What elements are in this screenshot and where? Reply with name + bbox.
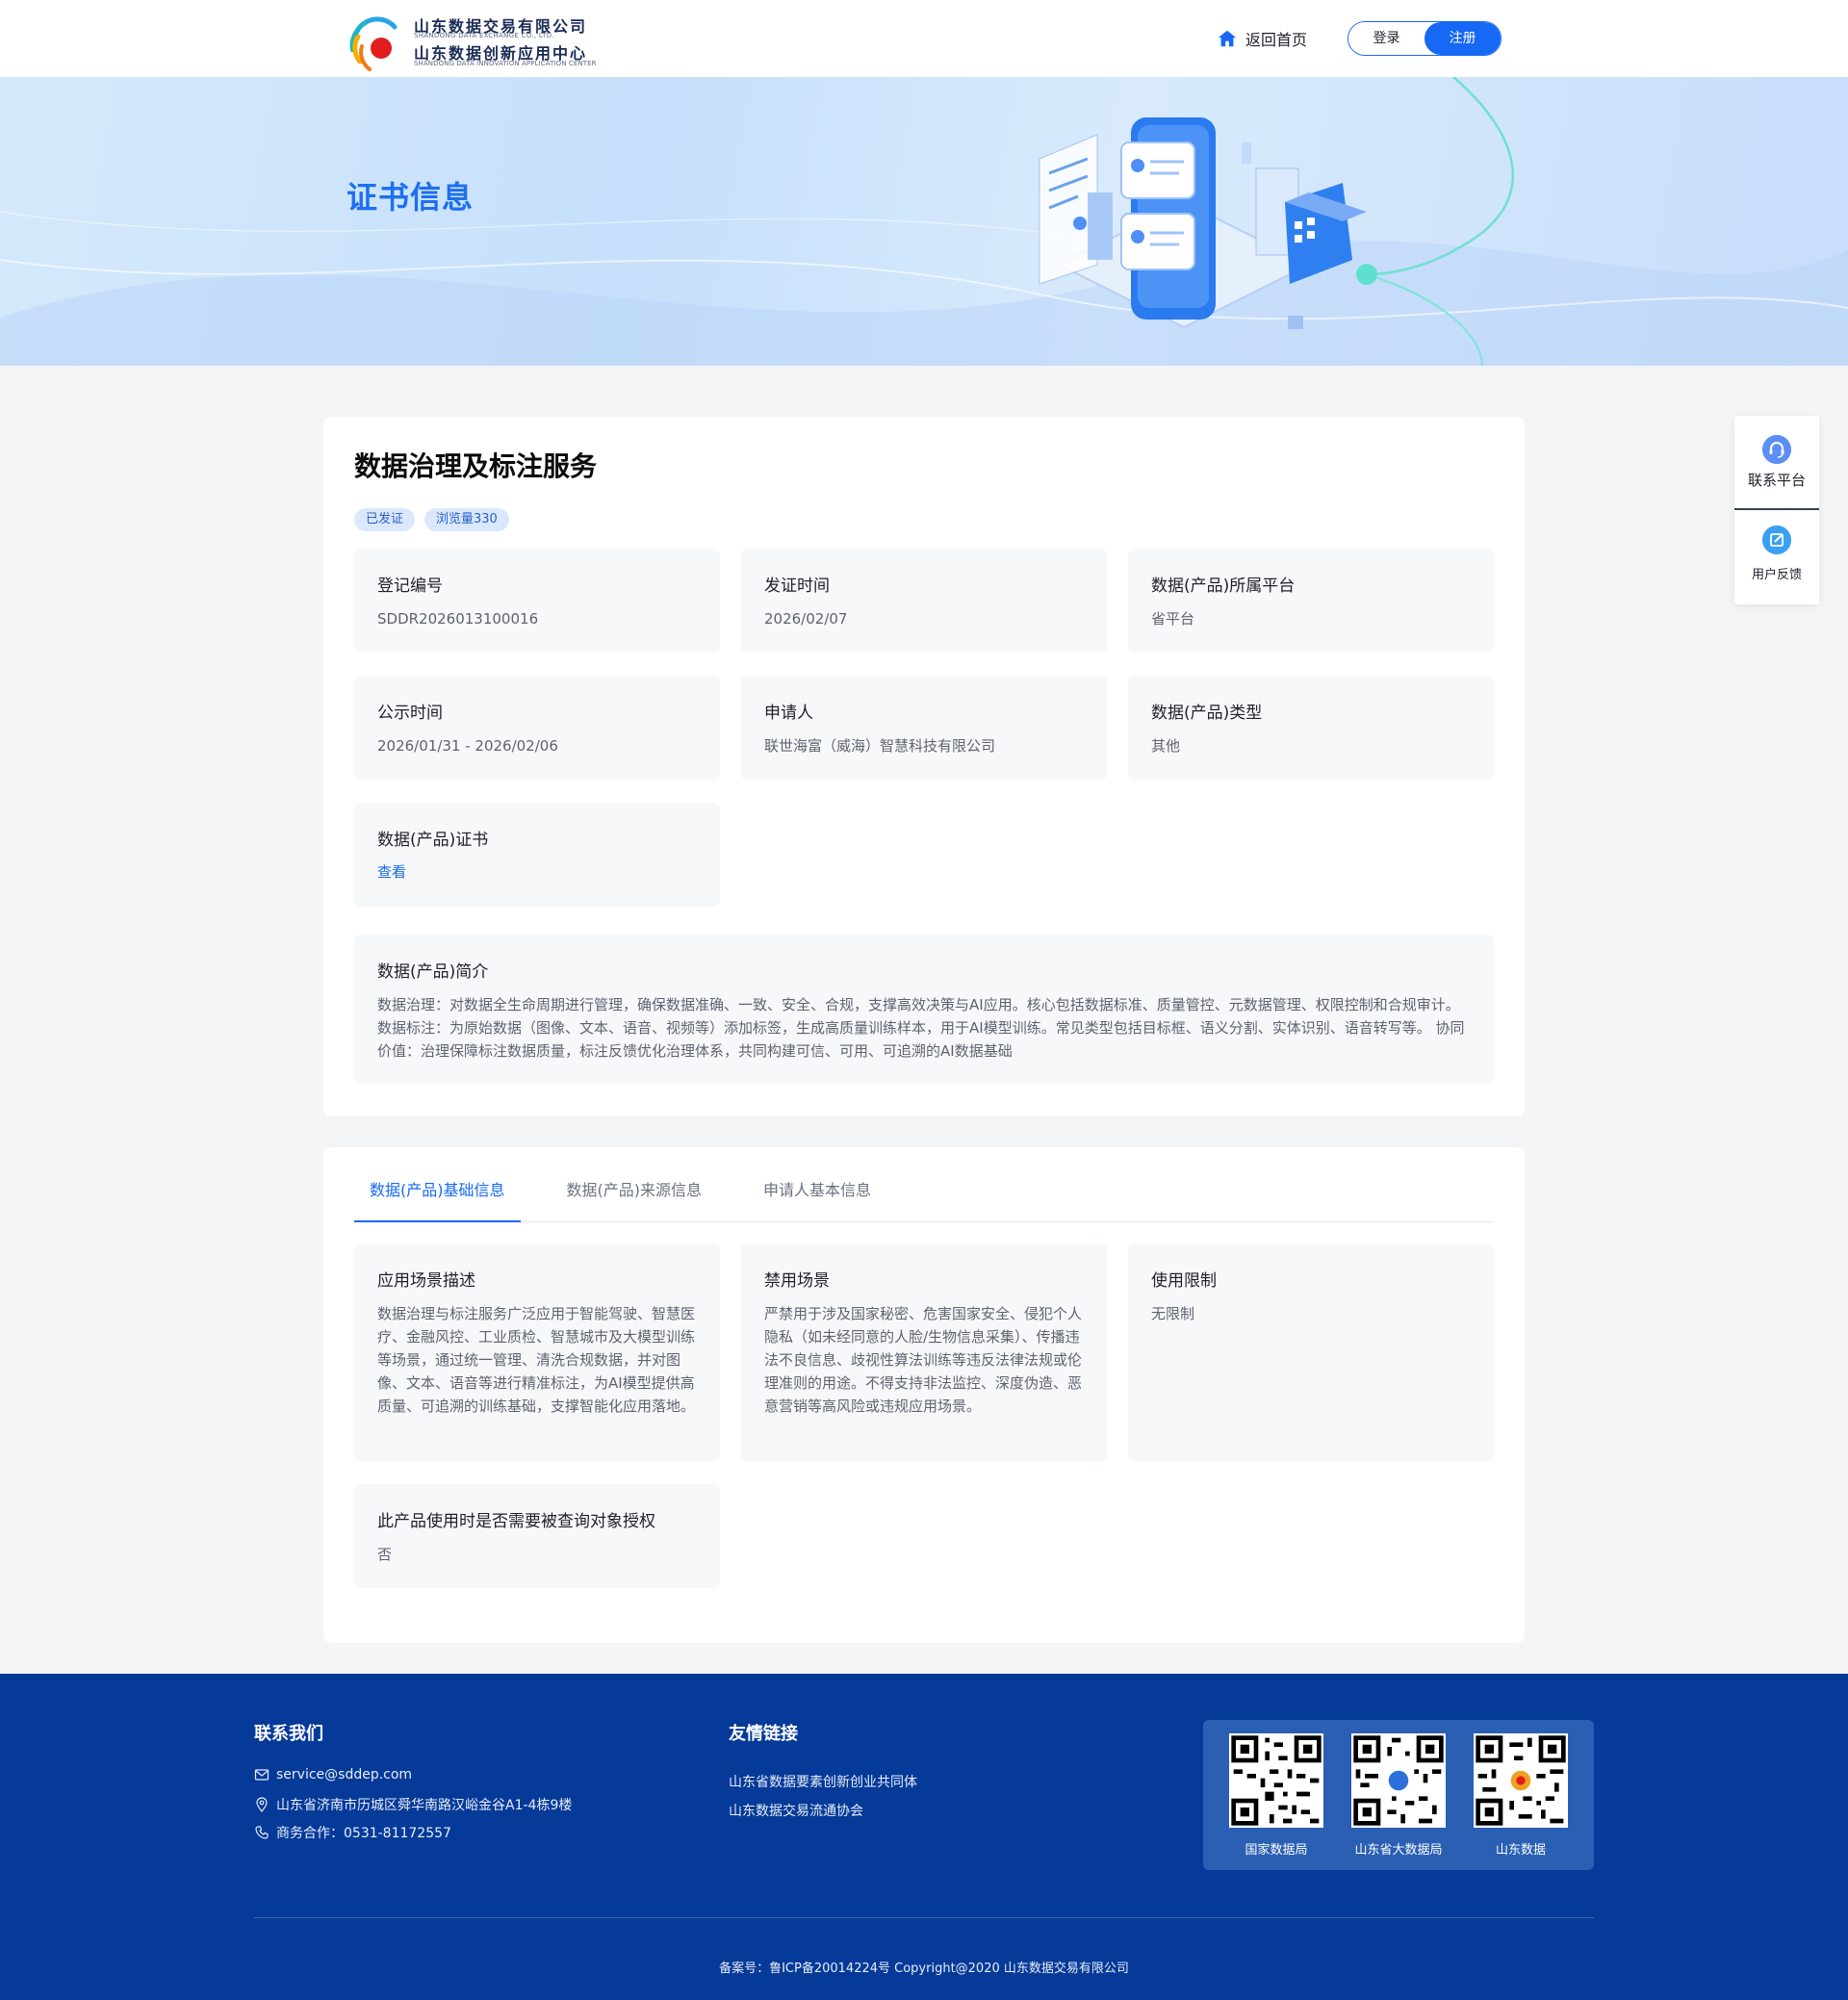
footer-address: 山东省济南市历城区舜华南路汉峪金谷A1-4栋9楼	[254, 1795, 572, 1814]
field-label: 应用场景描述	[377, 1271, 475, 1291]
contact-us-title: 联系我们	[254, 1724, 323, 1744]
field-label: 登记编号	[377, 577, 443, 596]
user-feedback-button[interactable]: 用户反馈	[1734, 510, 1819, 603]
logo-emblem-icon	[349, 16, 398, 71]
field-value: 省平台	[1151, 610, 1195, 628]
field-value: 严禁用于涉及国家秘密、危害国家安全、侵犯个人隐私（如未经同意的人脸/生物信息采集…	[764, 1305, 1083, 1415]
field-value: SDDR2026013100016	[377, 610, 539, 628]
qr-code-national-data-bureau	[1229, 1733, 1323, 1828]
login-button[interactable]: 登录	[1348, 22, 1424, 55]
qr-label: 国家数据局	[1245, 1843, 1308, 1858]
qr-code-shandong-data	[1474, 1733, 1568, 1828]
field-authorization-required: 此产品使用时是否需要被查询对象授权 否	[354, 1484, 720, 1588]
footer-email: service@sddep.com	[254, 1767, 412, 1782]
user-feedback-label: 用户反馈	[1751, 568, 1802, 582]
product-title: 数据治理及标注服务	[354, 450, 598, 482]
auth-buttons: 登录 注册	[1348, 21, 1502, 56]
product-info-tabs-card: 数据(产品)基础信息 数据(产品)来源信息 申请人基本信息 应用场景描述 数据治…	[323, 1147, 1525, 1643]
field-value: 联世海富（威海）智慧科技有限公司	[764, 737, 996, 755]
site-header: 山东数据交易有限公司 SHANDONG DATA EXCHANGE CO., L…	[0, 0, 1848, 77]
field-label: 发证时间	[764, 577, 830, 596]
field-usage-restriction: 使用限制 无限制	[1128, 1244, 1494, 1461]
tab-bar: 数据(产品)基础信息 数据(产品)来源信息 申请人基本信息	[354, 1170, 1494, 1222]
return-home-label: 返回首页	[1245, 31, 1308, 49]
field-value: 否	[377, 1546, 393, 1563]
mail-icon	[254, 1769, 270, 1781]
qr-label: 山东数据	[1495, 1843, 1546, 1858]
field-value: 数据治理：对数据全生命周期进行管理，确保数据准确、一致、安全、合规，支撑高效决策…	[377, 996, 1465, 1060]
product-tags: 已发证 浏览量330	[354, 508, 519, 531]
banner-title: 证书信息	[346, 179, 475, 216]
field-platform: 数据(产品)所属平台 省平台	[1128, 549, 1494, 653]
tab-basic-info[interactable]: 数据(产品)基础信息	[354, 1170, 521, 1222]
field-label: 禁用场景	[764, 1271, 830, 1291]
field-label: 使用限制	[1151, 1271, 1217, 1291]
field-value: 2026/01/31 - 2026/02/06	[377, 737, 558, 755]
logo-company-name-en: SHANDONG DATA EXCHANGE CO., LTD.	[414, 32, 554, 39]
email-text[interactable]: service@sddep.com	[276, 1767, 412, 1782]
phone-text: 商务合作：0531-81172557	[276, 1826, 451, 1841]
field-value: 2026/02/07	[764, 610, 848, 628]
qr-label: 山东省大数据局	[1354, 1843, 1443, 1858]
footer-divider	[254, 1917, 1594, 1918]
tab-source-info[interactable]: 数据(产品)来源信息	[552, 1170, 718, 1222]
field-label: 公示时间	[377, 704, 443, 723]
company-logo[interactable]: 山东数据交易有限公司 SHANDONG DATA EXCHANGE CO., L…	[346, 12, 597, 73]
field-application-scenario: 应用场景描述 数据治理与标注服务广泛应用于智能驾驶、智慧医疗、金融风控、工业质检…	[354, 1244, 720, 1461]
contact-platform-label: 联系平台	[1747, 472, 1806, 489]
certificate-detail-card: 数据治理及标注服务 已发证 浏览量330 登记编号 SDDR2026013100…	[323, 417, 1525, 1116]
friendly-links-title: 友情链接	[729, 1724, 798, 1744]
logo-center-name-en: SHANDONG DATA INNOVATION APPLICATION CEN…	[414, 60, 597, 67]
qr-code-panel: 国家数据局 山东省大数据局 山东数据	[1203, 1720, 1594, 1870]
field-registration-number: 登记编号 SDDR2026013100016	[354, 549, 720, 653]
field-label: 数据(产品)类型	[1151, 704, 1263, 723]
field-value: 无限制	[1151, 1305, 1195, 1322]
floating-service-bar: 联系平台 用户反馈	[1734, 416, 1819, 604]
field-issue-date: 发证时间 2026/02/07	[741, 549, 1107, 653]
return-home-link[interactable]: 返回首页	[1217, 25, 1307, 52]
field-applicant: 申请人 联世海富（威海）智慧科技有限公司	[741, 676, 1107, 780]
contact-platform-button[interactable]: 联系平台	[1734, 416, 1819, 508]
field-prohibited-scenario: 禁用场景 严禁用于涉及国家秘密、危害国家安全、侵犯个人隐私（如未经同意的人脸/生…	[741, 1244, 1107, 1461]
edit-icon	[1762, 526, 1791, 554]
field-label: 申请人	[764, 704, 813, 723]
phone-icon	[255, 1826, 269, 1839]
site-footer: 联系我们 service@sddep.com 山东省济南市历城区舜华南路汉峪金谷…	[0, 1674, 1848, 2000]
friendly-link-1[interactable]: 山东省数据要素创新创业共同体	[729, 1772, 917, 1791]
field-value: 其他	[1151, 737, 1181, 755]
field-publicity-period: 公示时间 2026/01/31 - 2026/02/06	[354, 676, 720, 780]
field-label: 此产品使用时是否需要被查询对象授权	[377, 1512, 655, 1531]
field-label: 数据(产品)所属平台	[1151, 577, 1296, 596]
footer-phone: 商务合作：0531-81172557	[254, 1823, 451, 1842]
location-icon	[256, 1797, 268, 1812]
page-banner: 证书信息	[0, 77, 1848, 366]
certificate-illustration-icon	[1039, 77, 1514, 366]
view-count-badge: 浏览量330	[424, 508, 509, 531]
register-button[interactable]: 注册	[1424, 22, 1501, 55]
friendly-link-2[interactable]: 山东数据交易流通协会	[729, 1801, 863, 1820]
home-icon	[1218, 30, 1237, 47]
field-label: 数据(产品)简介	[377, 962, 489, 982]
address-text: 山东省济南市历城区舜华南路汉峪金谷A1-4栋9楼	[276, 1798, 573, 1813]
tab-applicant-info[interactable]: 申请人基本信息	[748, 1170, 886, 1222]
field-product-type: 数据(产品)类型 其他	[1128, 676, 1494, 780]
field-value: 数据治理与标注服务广泛应用于智能驾驶、智慧医疗、金融风控、工业质检、智慧城市及大…	[377, 1305, 696, 1415]
copyright-text: 备案号：鲁ICP备20014224号 Copyright@2020 山东数据交易…	[719, 1962, 1129, 1976]
qr-code-shandong-big-data-bureau	[1351, 1733, 1446, 1828]
field-product-intro: 数据(产品)简介 数据治理：对数据全生命周期进行管理，确保数据准确、一致、安全、…	[354, 935, 1494, 1085]
headset-icon	[1762, 435, 1791, 464]
field-label: 数据(产品)证书	[377, 831, 489, 850]
view-certificate-link[interactable]: 查看	[377, 861, 697, 882]
status-badge: 已发证	[354, 508, 416, 531]
field-certificate: 数据(产品)证书 查看	[354, 803, 720, 907]
